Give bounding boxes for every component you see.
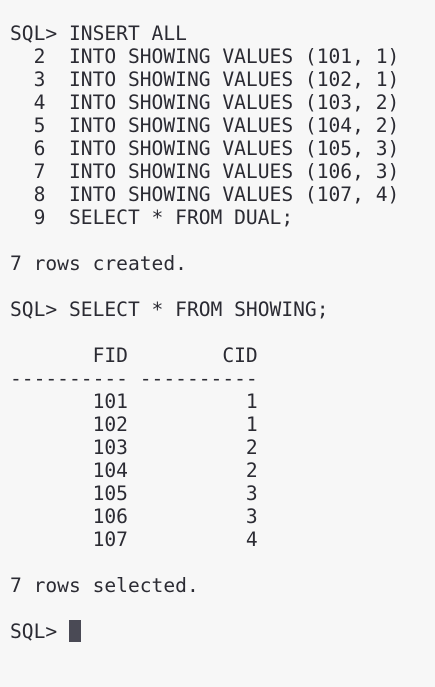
command-line: SQL> INSERT ALL (10, 22, 187, 45)
prompt-line[interactable]: SQL> (10, 620, 81, 643)
command-line: 6 INTO SHOWING VALUES (105, 3) (10, 137, 400, 160)
table-row: 102 1 (10, 413, 258, 436)
command-line: 2 INTO SHOWING VALUES (101, 1) (10, 45, 400, 68)
command-line: 4 INTO SHOWING VALUES (103, 2) (10, 91, 400, 114)
table-row: 103 2 (10, 436, 258, 459)
table-row: 106 3 (10, 505, 258, 528)
command-line: 3 INTO SHOWING VALUES (102, 1) (10, 68, 400, 91)
table-header: FID CID (10, 344, 258, 367)
command-line: 7 INTO SHOWING VALUES (106, 3) (10, 160, 400, 183)
table-row: 105 3 (10, 482, 258, 505)
terminal-window[interactable]: SQL> INSERT ALL 2 INTO SHOWING VALUES (1… (0, 0, 435, 687)
command-line: 9 SELECT * FROM DUAL; (10, 206, 294, 229)
command-line: SQL> SELECT * FROM SHOWING; (10, 298, 329, 321)
command-line: 5 INTO SHOWING VALUES (104, 2) (10, 114, 400, 137)
table-divider: ---------- ---------- (10, 367, 258, 390)
table-row: 104 2 (10, 459, 258, 482)
sql-prompt: SQL> (10, 620, 69, 643)
table-row: 101 1 (10, 390, 258, 413)
text-cursor (68, 620, 81, 642)
table-row: 107 4 (10, 528, 258, 551)
command-line: 8 INTO SHOWING VALUES (107, 4) (10, 183, 400, 206)
output-message: 7 rows created. (10, 252, 187, 275)
output-message: 7 rows selected. (10, 574, 199, 597)
